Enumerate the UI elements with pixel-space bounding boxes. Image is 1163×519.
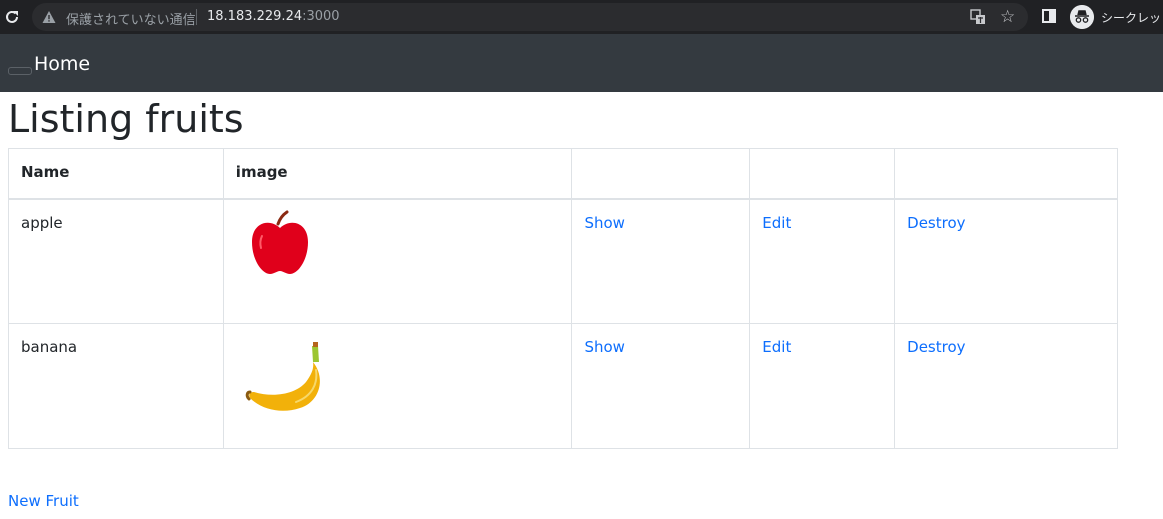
navbar: Home (0, 34, 1163, 92)
address-bar[interactable]: 保護されていない通信 18.183.229.24:3000 ☆ (32, 3, 1028, 31)
security-status-label: 保護されていない通信 (66, 13, 196, 28)
url-host: 18.183.229.24 (207, 9, 303, 24)
fruit-name: banana (8, 323, 224, 449)
table-header-row: Name image (8, 148, 1118, 200)
url-port: :3000 (302, 9, 340, 24)
navbar-toggler-button[interactable] (8, 67, 32, 75)
show-link[interactable]: Show (584, 214, 624, 232)
table-row: banana Show Edit Destroy (8, 323, 1118, 449)
translate-icon[interactable] (970, 9, 986, 25)
header-edit (749, 148, 896, 200)
destroy-link[interactable]: Destroy (907, 214, 965, 232)
header-destroy (894, 148, 1118, 200)
edit-cell: Edit (749, 323, 896, 449)
destroy-link[interactable]: Destroy (907, 338, 965, 356)
page-title: Listing fruits (8, 97, 244, 141)
fruit-image-cell (222, 198, 573, 324)
reload-icon[interactable] (3, 8, 21, 26)
fruits-table: Name image apple Show Edit Destroy banan… (8, 148, 1118, 449)
incognito-label[interactable]: シークレット (1101, 9, 1163, 26)
warning-icon[interactable] (42, 10, 56, 24)
destroy-cell: Destroy (894, 198, 1118, 324)
edit-link[interactable]: Edit (762, 338, 791, 356)
address-separator (196, 9, 197, 25)
url-text[interactable]: 18.183.229.24:3000 (207, 9, 340, 24)
apple-image (251, 210, 308, 274)
destroy-cell: Destroy (894, 323, 1118, 449)
show-link[interactable]: Show (584, 338, 624, 356)
edit-cell: Edit (749, 198, 896, 324)
new-fruit-link[interactable]: New Fruit (8, 492, 79, 510)
header-image: image (222, 148, 573, 200)
show-cell: Show (571, 323, 751, 449)
star-icon[interactable]: ☆ (1000, 7, 1015, 27)
incognito-icon[interactable] (1070, 5, 1094, 29)
header-show (571, 148, 751, 200)
table-row: apple Show Edit Destroy (8, 198, 1118, 324)
home-link[interactable]: Home (34, 53, 90, 75)
banana-image (245, 342, 320, 411)
edit-link[interactable]: Edit (762, 214, 791, 232)
side-panel-icon[interactable] (1042, 9, 1056, 23)
header-name: Name (8, 148, 224, 200)
browser-toolbar: 保護されていない通信 18.183.229.24:3000 ☆ シークレット (0, 0, 1163, 34)
fruit-image-cell (222, 323, 573, 449)
fruit-name: apple (8, 198, 224, 324)
show-cell: Show (571, 198, 751, 324)
